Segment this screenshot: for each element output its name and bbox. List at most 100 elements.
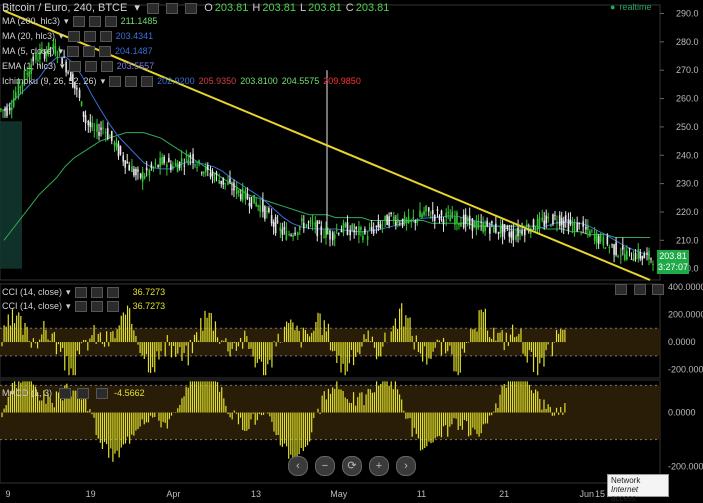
cci-legend-name[interactable]: CCI (14, close) [2, 301, 62, 311]
candle-body [532, 219, 535, 229]
dropdown-icon[interactable]: ▾ [64, 16, 69, 26]
close-icon[interactable] [99, 31, 112, 43]
candle-body [419, 210, 421, 218]
dropdown-icon[interactable]: ▾ [101, 76, 106, 86]
candle-body [652, 263, 654, 265]
dropdown-icon[interactable]: ▾ [59, 31, 64, 41]
hide-icon[interactable] [166, 2, 179, 14]
candle-body [150, 164, 153, 168]
candle-body [597, 236, 600, 245]
cci-tick-label: -200.0000 [668, 365, 703, 375]
candle-body [229, 178, 231, 183]
hide-icon[interactable] [125, 76, 138, 88]
indicator-name[interactable]: MA (200, hlc3) [2, 16, 60, 26]
candle-body [525, 224, 528, 227]
candle-body [342, 222, 345, 233]
candle-body [399, 223, 401, 225]
candle-body [626, 250, 628, 260]
candle-body [558, 215, 561, 227]
close-icon[interactable] [141, 76, 154, 88]
close-icon[interactable] [99, 46, 112, 58]
candle-body [288, 234, 290, 236]
settings-icon[interactable] [72, 16, 85, 28]
candle-body [222, 177, 225, 185]
dropdown-icon[interactable]: ▾ [60, 61, 65, 71]
close-icon[interactable] [185, 2, 198, 14]
settings-icon[interactable] [58, 388, 71, 400]
settings-icon[interactable] [67, 31, 80, 43]
cci-tick-label: 0.0000 [668, 337, 696, 347]
hide-icon[interactable] [88, 16, 101, 28]
tooltip-title: Network [611, 476, 641, 485]
network-tooltip: Network Internet access [607, 474, 669, 503]
arrow-down-icon[interactable] [633, 284, 646, 296]
candle-body [224, 182, 227, 184]
settings-icon[interactable] [68, 61, 81, 73]
close-icon[interactable] [652, 284, 665, 296]
zoom-out-button[interactable]: − [315, 456, 335, 476]
candle-body [262, 199, 264, 212]
candle-body [364, 228, 366, 234]
scroll-left-button[interactable]: ‹ [288, 456, 308, 476]
hide-icon[interactable] [84, 61, 97, 73]
candle-body [117, 143, 120, 157]
candle-body [480, 221, 482, 223]
candle-body [386, 215, 388, 226]
cci-legend-name[interactable]: CCI (14, close) [2, 287, 62, 297]
close-icon[interactable] [106, 301, 119, 313]
candle-body [274, 216, 277, 234]
candle-body [316, 220, 319, 236]
close-icon[interactable] [95, 388, 108, 400]
indicator-legend-row: EMA (1, hlc3) ▾ 203.5557 [2, 61, 158, 73]
scroll-right-button[interactable]: › [396, 456, 416, 476]
chart-header: Bitcoin / Euro, 240, BTCE ▾ O 203.81 H 203.… [2, 1, 397, 14]
settings-icon[interactable] [147, 2, 159, 14]
candle-body [108, 137, 111, 139]
indicator-name[interactable]: Ichimoku (9, 26, 52, 26) [2, 76, 97, 86]
indicator-name[interactable]: MA (20, hlc3) [2, 31, 55, 41]
hide-icon[interactable] [77, 388, 90, 400]
dropdown-icon[interactable]: ▾ [66, 287, 71, 297]
price-tick-label: 230.0 [676, 179, 699, 189]
close-icon[interactable] [104, 16, 117, 28]
settings-icon[interactable] [74, 287, 87, 299]
close-icon[interactable] [106, 287, 119, 299]
zoom-in-button[interactable]: + [369, 456, 389, 476]
settings-icon[interactable] [74, 301, 87, 313]
hide-icon[interactable] [83, 31, 96, 43]
indicator-value: 204.5575 [281, 76, 320, 86]
arrow-up-icon[interactable] [615, 284, 627, 296]
candle-body [515, 234, 517, 240]
osc-legend-name[interactable]: MACD (1, 3) [2, 388, 52, 398]
candle-body [491, 221, 493, 224]
symbol-title[interactable]: Bitcoin / Euro, 240, BTCE [2, 2, 127, 14]
cci-tick-label: 400.0000 [668, 282, 703, 292]
candle-body [235, 186, 238, 194]
candle-body [456, 212, 458, 223]
ohlc-value: 203.81 [355, 2, 390, 14]
settings-icon[interactable] [109, 76, 122, 88]
candle-body [489, 227, 491, 234]
hide-icon[interactable] [90, 287, 103, 299]
candle-body [213, 176, 216, 181]
x-tick-label: 19 [86, 489, 96, 499]
candle-body [100, 127, 102, 130]
indicator-name[interactable]: MA (5, close) [2, 46, 55, 56]
ohlc-label: O [204, 2, 213, 14]
candle-body [425, 205, 427, 212]
settings-icon[interactable] [67, 46, 80, 58]
candle-body [180, 158, 183, 164]
candle-body [493, 226, 495, 233]
close-icon[interactable] [100, 61, 113, 73]
indicator-name[interactable]: EMA (1, hlc3) [2, 61, 56, 71]
reset-button[interactable]: ⟳ [342, 456, 362, 476]
candle-body [564, 215, 567, 222]
hide-icon[interactable] [83, 46, 96, 58]
hide-icon[interactable] [90, 301, 103, 313]
candle-body [246, 194, 249, 200]
candle-body [576, 222, 578, 232]
symbol-dropdown-icon[interactable]: ▾ [134, 2, 140, 14]
dropdown-icon[interactable]: ▾ [59, 46, 64, 56]
candle-body [290, 235, 292, 237]
dropdown-icon[interactable]: ▾ [66, 301, 71, 311]
